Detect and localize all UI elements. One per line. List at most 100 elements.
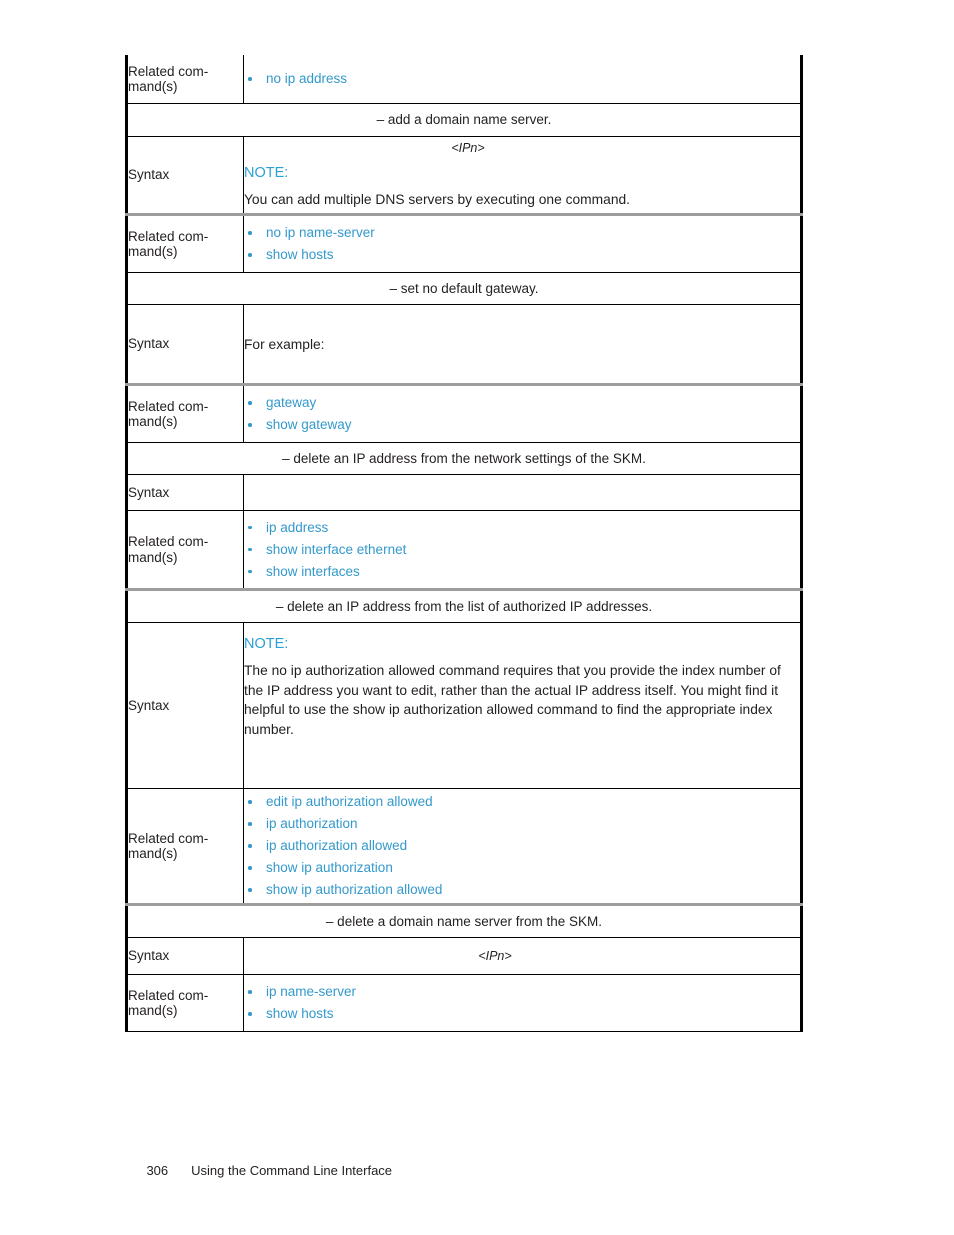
command-link[interactable]: no ip name-server: [266, 225, 375, 240]
command-link[interactable]: no ip address: [266, 71, 347, 86]
note-text: The no ip authorization allowed command …: [244, 663, 781, 737]
section-separator-row: – delete an IP address from the network …: [126, 442, 802, 475]
bullet-icon: [248, 401, 252, 405]
related-command-list: no ip address: [244, 71, 800, 87]
table-row: Syntax <IPn>: [126, 937, 802, 975]
syntax-example-text: For example:: [244, 336, 325, 352]
document-page: Related com-mand(s) no ip address – add …: [0, 0, 954, 1235]
row-content-related-commands: gateway show gateway: [243, 384, 802, 443]
command-link[interactable]: show hosts: [266, 247, 334, 262]
list-item[interactable]: ip address: [244, 520, 800, 536]
list-item[interactable]: show interfaces: [244, 564, 800, 580]
bullet-icon: [248, 423, 252, 427]
table-row: Related com-mand(s) edit ip authorizatio…: [126, 788, 802, 906]
row-label-syntax: Syntax: [126, 937, 244, 975]
command-reference-table: Related com-mand(s) no ip address – add …: [125, 55, 803, 1032]
table-row: Syntax NOTE: The no ip authorization all…: [126, 622, 802, 789]
table-row: Syntax: [126, 474, 802, 511]
row-content-related-commands: no ip name-server show hosts: [243, 214, 802, 273]
table-row: Syntax <IPn> NOTE: You can add multiple …: [126, 136, 802, 216]
list-item[interactable]: no ip address: [244, 71, 800, 87]
command-link[interactable]: edit ip authorization allowed: [266, 794, 433, 809]
command-link[interactable]: show interface ethernet: [266, 542, 406, 557]
command-link[interactable]: show interfaces: [266, 564, 360, 579]
list-item[interactable]: show interface ethernet: [244, 542, 800, 558]
bullet-icon: [248, 888, 252, 892]
list-item[interactable]: show ip authorization allowed: [244, 882, 800, 898]
row-label-related-commands: Related com-mand(s): [126, 55, 244, 104]
section-separator-row: – add a domain name server.: [126, 103, 802, 137]
table-row: Related com-mand(s) ip name-server show …: [126, 974, 802, 1032]
bullet-icon: [248, 231, 252, 235]
command-link[interactable]: ip name-server: [266, 984, 356, 999]
list-item[interactable]: show hosts: [244, 247, 800, 263]
bullet-icon: [248, 253, 252, 257]
row-content-related-commands: edit ip authorization allowed ip authori…: [243, 788, 802, 906]
section-separator-row: – delete a domain name server from the S…: [126, 904, 802, 938]
bullet-icon: [248, 569, 252, 573]
bullet-icon: [248, 1012, 252, 1016]
list-item[interactable]: gateway: [244, 395, 800, 411]
list-item[interactable]: show gateway: [244, 417, 800, 433]
table-row: Related com-mand(s) gateway show gateway: [126, 384, 802, 443]
table-row: Related com-mand(s) no ip address: [126, 55, 802, 104]
list-item[interactable]: ip name-server: [244, 984, 800, 1000]
note-text: You can add multiple DNS servers by exec…: [244, 191, 631, 207]
table-row: Syntax For example:: [126, 304, 802, 386]
command-link[interactable]: ip authorization allowed: [266, 838, 407, 853]
row-content-syntax: For example:: [243, 304, 802, 386]
command-link[interactable]: ip authorization: [266, 816, 358, 831]
syntax-placeholder: <IPn>: [451, 140, 485, 155]
row-content-syntax: <IPn>: [243, 937, 802, 975]
table-row: Related com-mand(s) ip address show inte…: [126, 510, 802, 591]
row-label-related-commands: Related com-mand(s): [126, 974, 244, 1032]
related-command-list: ip name-server show hosts: [244, 984, 800, 1022]
row-label-syntax: Syntax: [126, 304, 244, 386]
bullet-icon: [248, 547, 252, 551]
command-link[interactable]: gateway: [266, 395, 316, 410]
row-content-syntax: NOTE: The no ip authorization allowed co…: [243, 622, 802, 789]
section-separator-row: – delete an IP address from the list of …: [126, 589, 802, 623]
row-content-syntax: <IPn> NOTE: You can add multiple DNS ser…: [243, 136, 802, 216]
related-command-list: ip address show interface ethernet show …: [244, 520, 800, 580]
command-link[interactable]: show gateway: [266, 417, 352, 432]
row-label-related-commands: Related com-mand(s): [126, 384, 244, 443]
list-item[interactable]: show hosts: [244, 1006, 800, 1022]
list-item[interactable]: ip authorization: [244, 816, 800, 832]
related-command-list: edit ip authorization allowed ip authori…: [244, 794, 800, 898]
row-content-related-commands: ip name-server show hosts: [244, 975, 802, 1032]
command-link[interactable]: show ip authorization allowed: [266, 882, 442, 897]
bullet-icon: [248, 990, 252, 994]
row-label-syntax: Syntax: [126, 622, 244, 789]
bullet-icon: [248, 866, 252, 870]
page-footer: 306 Using the Command Line Interface: [132, 1144, 392, 1198]
bullet-icon: [248, 800, 252, 804]
list-item[interactable]: show ip authorization: [244, 860, 800, 876]
bullet-icon: [248, 77, 252, 81]
footer-chapter-title: Using the Command Line Interface: [191, 1163, 393, 1178]
section-description: – add a domain name server.: [126, 103, 802, 137]
command-link[interactable]: show hosts: [266, 1006, 334, 1021]
row-content-related-commands: ip address show interface ethernet show …: [243, 510, 802, 591]
list-item[interactable]: edit ip authorization allowed: [244, 794, 800, 810]
note-label: NOTE:: [244, 636, 289, 652]
row-label-related-commands: Related com-mand(s): [126, 214, 244, 273]
list-item[interactable]: ip authorization allowed: [244, 838, 800, 854]
table-row: Related com-mand(s) no ip name-server sh…: [126, 214, 802, 273]
related-command-list: gateway show gateway: [244, 395, 800, 433]
section-separator-row: – set no default gateway.: [126, 272, 802, 305]
command-link[interactable]: ip address: [266, 520, 328, 535]
section-description: – set no default gateway.: [126, 272, 802, 305]
list-item[interactable]: no ip name-server: [244, 225, 800, 241]
row-label-related-commands: Related com-mand(s): [126, 788, 244, 906]
command-link[interactable]: show ip authorization: [266, 860, 393, 875]
row-label-syntax: Syntax: [126, 474, 244, 511]
row-content-syntax: [243, 474, 802, 511]
syntax-placeholder: <IPn>: [478, 949, 512, 963]
bullet-icon: [248, 822, 252, 826]
section-description: – delete an IP address from the list of …: [126, 589, 802, 623]
footer-page-number: 306: [146, 1163, 169, 1178]
bullet-icon: [248, 844, 252, 848]
section-description: – delete a domain name server from the S…: [126, 904, 802, 938]
section-description: – delete an IP address from the network …: [126, 442, 802, 475]
